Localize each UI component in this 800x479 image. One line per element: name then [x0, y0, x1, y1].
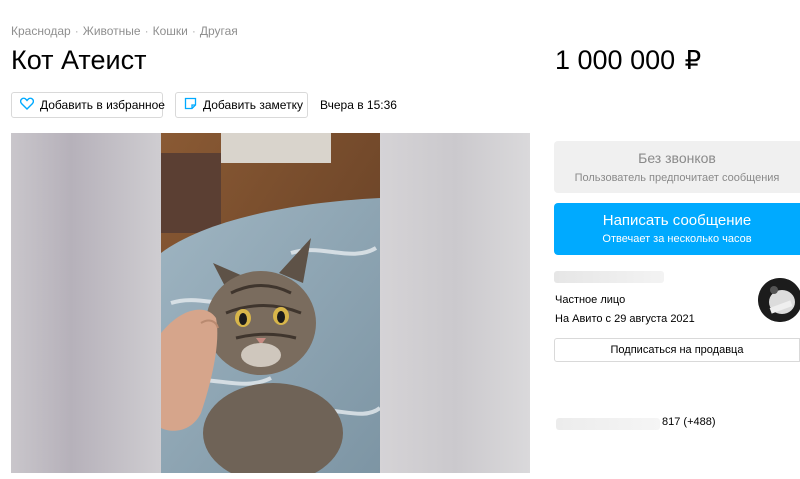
photo-gallery[interactable]: [11, 133, 530, 473]
add-note-button[interactable]: Добавить заметку: [175, 92, 308, 118]
listing-photo[interactable]: [161, 133, 380, 473]
price-amount: 1 000 000: [555, 45, 676, 75]
phone-redacted: [556, 418, 660, 430]
note-icon: [184, 97, 203, 113]
gallery-blur-left: [11, 133, 161, 473]
no-calls-subtitle: Пользователь предпочитает сообщения: [574, 172, 780, 184]
seller-name-redacted: [554, 271, 664, 283]
phone-number[interactable]: 817 (+488): [662, 416, 716, 428]
seller-type: Частное лицо: [555, 294, 626, 306]
write-message-title: Написать сообщение: [602, 212, 752, 229]
currency-symbol: ₽: [684, 45, 702, 75]
add-note-label: Добавить заметку: [203, 98, 303, 112]
add-to-favorites-button[interactable]: Добавить в избранное: [11, 92, 165, 118]
page-title: Кот Атеист: [11, 45, 147, 75]
posted-date: Вчера в 15:36: [320, 98, 397, 112]
breadcrumb-item-animals[interactable]: Животные: [83, 24, 141, 38]
heart-icon: [19, 97, 40, 113]
breadcrumb: Краснодар · Животные · Кошки · Другая: [11, 24, 238, 38]
write-message-button[interactable]: Написать сообщение Отвечает за несколько…: [554, 203, 800, 255]
breadcrumb-item-other[interactable]: Другая: [200, 24, 238, 38]
add-to-favorites-label: Добавить в избранное: [40, 98, 165, 112]
write-message-subtitle: Отвечает за несколько часов: [602, 233, 752, 245]
gallery-blur-right: [380, 133, 530, 473]
seller-since: На Авито с 29 августа 2021: [555, 313, 695, 325]
price: 1 000 000 ₽: [555, 45, 701, 76]
no-calls-title: Без звонков: [638, 150, 716, 166]
no-calls-panel: Без звонков Пользователь предпочитает со…: [554, 141, 800, 193]
breadcrumb-item-cats[interactable]: Кошки: [153, 24, 188, 38]
breadcrumb-item-city[interactable]: Краснодар: [11, 24, 71, 38]
subscribe-to-seller-button[interactable]: Подписаться на продавца: [554, 338, 800, 362]
avatar[interactable]: [758, 278, 800, 322]
